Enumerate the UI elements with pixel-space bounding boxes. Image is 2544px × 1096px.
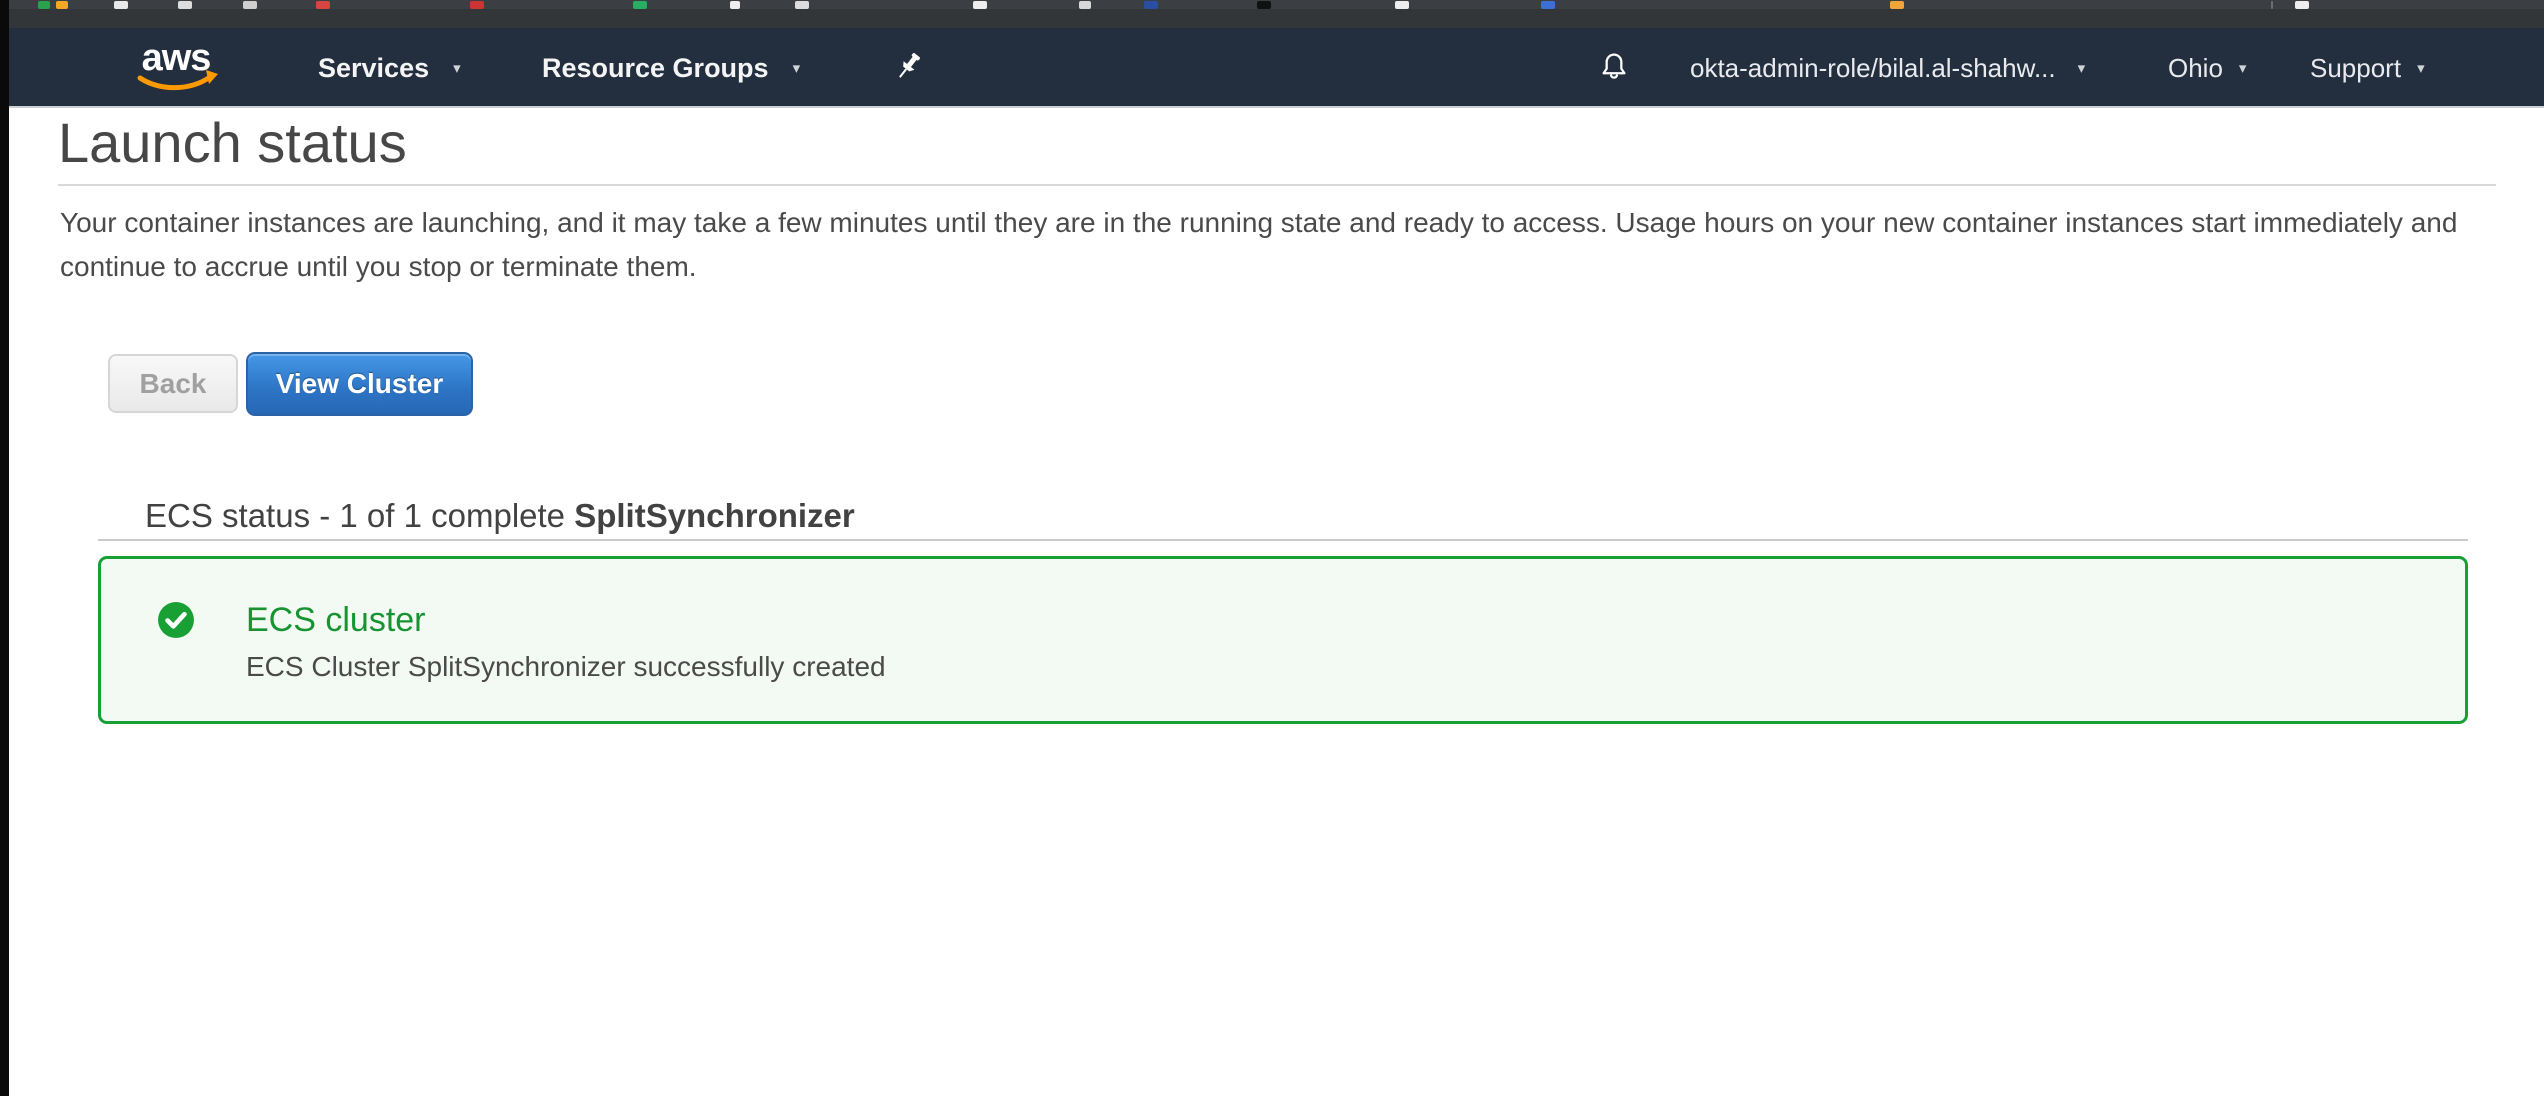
browser-favicon-fragment: [2295, 1, 2309, 9]
browser-favicon-fragment: [316, 1, 330, 9]
browser-favicon-fragment: [1079, 1, 1091, 9]
browser-favicon-fragment: [1144, 1, 1158, 9]
browser-favicon-fragment: [178, 1, 192, 9]
success-check-icon: [157, 601, 195, 639]
status-card-title: ECS cluster: [246, 601, 426, 640]
aws-logo[interactable]: aws: [126, 36, 226, 100]
view-cluster-button[interactable]: View Cluster: [246, 352, 473, 416]
browser-chrome-strip: [0, 9, 2544, 28]
ecs-cluster-success-card: [98, 556, 2468, 724]
window-left-edge: [0, 0, 9, 1096]
status-card-message: ECS Cluster SplitSynchronizer successful…: [246, 651, 886, 683]
nav-resource-groups-label: Resource Groups: [542, 53, 769, 84]
browser-favicon-fragment: [56, 1, 68, 9]
browser-bookmark-strip: [0, 0, 2544, 9]
launch-status-description: Your container instances are launching, …: [60, 201, 2457, 289]
aws-smile-arrow: [206, 70, 218, 84]
nav-services-menu[interactable]: Services ▾: [318, 28, 461, 108]
ecs-status-heading-prefix: ECS status - 1 of 1 complete: [145, 497, 574, 534]
chevron-down-icon: ▾: [453, 59, 461, 77]
back-button[interactable]: Back: [108, 354, 238, 413]
page-title: Launch status: [58, 110, 407, 175]
browser-favicon-fragment: [1395, 1, 1409, 9]
title-divider: [58, 184, 2496, 186]
browser-favicon-fragment: [795, 1, 809, 9]
browser-favicon-fragment: [973, 1, 987, 9]
chevron-down-icon: ▾: [2417, 59, 2425, 77]
description-line-1: Your container instances are launching, …: [60, 201, 2457, 245]
bell-icon: [1598, 50, 1630, 86]
nav-resource-groups-menu[interactable]: Resource Groups ▾: [542, 28, 800, 108]
nav-support-label: Support: [2310, 53, 2401, 84]
chevron-down-icon: ▾: [2239, 59, 2247, 77]
nav-region-menu[interactable]: Ohio ▾: [2168, 28, 2246, 108]
ecs-status-divider: [98, 539, 2468, 541]
browser-favicon-fragment: [730, 1, 740, 9]
nav-services-label: Services: [318, 53, 429, 84]
browser-favicon-fragment: [38, 1, 50, 9]
pushpin-icon: [894, 50, 924, 86]
aws-navbar: aws Services ▾ Resource Groups ▾: [0, 28, 2544, 108]
browser-favicon-fragment: [1890, 1, 1904, 9]
ecs-status-heading-resource: SplitSynchronizer: [574, 497, 855, 534]
browser-favicon-fragment: [1257, 1, 1271, 9]
description-line-2: continue to accrue until you stop or ter…: [60, 245, 2457, 289]
screen: aws Services ▾ Resource Groups ▾: [0, 0, 2544, 1096]
chevron-down-icon: ▾: [2078, 59, 2086, 77]
browser-favicon-fragment: [243, 1, 257, 9]
aws-logo-text: aws: [142, 37, 211, 79]
browser-favicon-fragment: [2271, 1, 2273, 9]
browser-favicon-fragment: [1541, 1, 1555, 9]
notifications-button[interactable]: [1598, 28, 1630, 108]
pin-shortcut-button[interactable]: [894, 28, 924, 108]
chevron-down-icon: ▾: [793, 59, 801, 77]
nav-account-menu[interactable]: okta-admin-role/bilal.al-shahw... ▾: [1690, 28, 2085, 108]
nav-support-menu[interactable]: Support ▾: [2310, 28, 2425, 108]
browser-favicon-fragment: [633, 1, 647, 9]
nav-account-label: okta-admin-role/bilal.al-shahw...: [1690, 53, 2056, 84]
browser-favicon-fragment: [470, 1, 484, 9]
browser-favicon-fragment: [114, 1, 128, 9]
nav-region-label: Ohio: [2168, 53, 2223, 84]
ecs-status-heading: ECS status - 1 of 1 complete SplitSynchr…: [145, 497, 855, 535]
